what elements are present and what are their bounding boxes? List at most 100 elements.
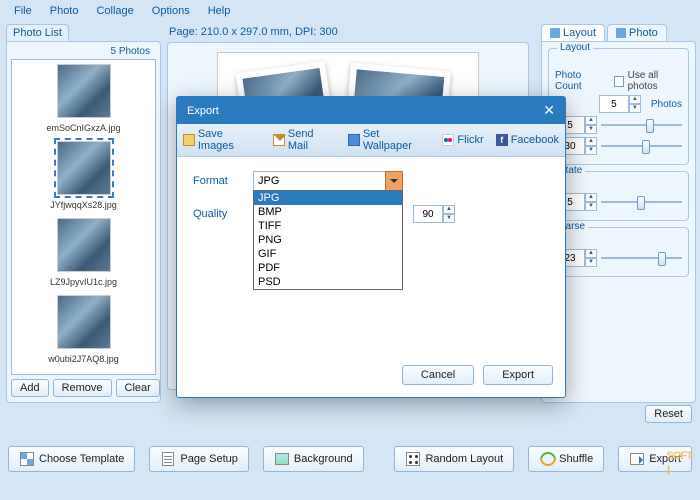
spin-up-icon[interactable]: ▲ <box>629 95 641 104</box>
chevron-down-icon[interactable] <box>385 171 403 191</box>
spin-up-icon[interactable]: ▲ <box>585 116 597 125</box>
menu-photo[interactable]: Photo <box>42 3 87 19</box>
layout-icon <box>550 28 560 38</box>
spin-up-icon[interactable]: ▲ <box>585 193 597 202</box>
quality-input[interactable] <box>413 205 443 223</box>
reset-button[interactable]: Reset <box>645 405 692 423</box>
tab-label: Layout <box>563 27 596 39</box>
photo-count-label: 5 Photos <box>11 46 156 57</box>
add-button[interactable]: Add <box>11 379 49 397</box>
dropdown-option[interactable]: PNG <box>254 233 402 247</box>
bottom-toolbar: Choose Template Page Setup Background Ra… <box>0 442 700 476</box>
shuffle-icon <box>539 451 555 467</box>
menu-help[interactable]: Help <box>200 3 239 19</box>
choose-template-button[interactable]: Choose Template <box>8 446 135 472</box>
format-input[interactable] <box>253 171 403 191</box>
template-icon <box>19 451 35 467</box>
tab-label: Send Mail <box>288 128 336 152</box>
spin-up-icon[interactable]: ▲ <box>585 249 597 258</box>
spin-down-icon[interactable]: ▼ <box>585 146 597 155</box>
slider[interactable] <box>601 139 682 153</box>
photos-suffix: Photos <box>651 99 682 110</box>
format-label: Format <box>193 175 253 187</box>
photo-icon <box>616 28 626 38</box>
photo-list-panel: Photo List 5 Photos emSoCnIGxzA.jpg JYfj… <box>6 24 161 442</box>
background-button[interactable]: Background <box>263 446 364 472</box>
format-combobox[interactable]: JPG BMP TIFF PNG GIF PDF PSD <box>253 171 403 191</box>
thumbnail[interactable] <box>57 295 111 349</box>
button-label: Export <box>649 453 681 465</box>
dropdown-option[interactable]: PSD <box>254 275 402 289</box>
spin-down-icon[interactable]: ▼ <box>585 202 597 211</box>
dropdown-option[interactable]: JPG <box>254 191 402 205</box>
menu-bar: File Photo Collage Options Help <box>0 0 700 22</box>
export-toolbar: Save Images Send Mail Set Wallpaper Flic… <box>177 124 565 157</box>
send-mail-tab[interactable]: Send Mail <box>273 128 336 152</box>
photo-count-spinner[interactable]: ▲▼ <box>599 95 641 113</box>
export-dialog: Export ✕ Save Images Send Mail Set Wallp… <box>176 96 566 398</box>
list-item[interactable]: LZ9JpyvIU1c.jpg <box>12 214 155 291</box>
remove-button[interactable]: Remove <box>53 379 112 397</box>
spin-down-icon[interactable]: ▼ <box>443 214 455 223</box>
thumbnail-filename: LZ9JpyvIU1c.jpg <box>12 277 155 287</box>
spin-down-icon[interactable]: ▼ <box>629 104 641 113</box>
spin-up-icon[interactable]: ▲ <box>585 137 597 146</box>
flickr-tab[interactable]: Flickr <box>442 128 483 152</box>
thumbnail-filename: w0ubi2J7AQ8.jpg <box>12 354 155 364</box>
menu-options[interactable]: Options <box>144 3 198 19</box>
set-wallpaper-tab[interactable]: Set Wallpaper <box>348 128 430 152</box>
dialog-title: Export <box>187 105 219 117</box>
thumbnail-list[interactable]: emSoCnIGxzA.jpg JYfjwqqXs28.jpg LZ9JpyvI… <box>11 59 156 375</box>
slider[interactable] <box>601 195 682 209</box>
spin-down-icon[interactable]: ▼ <box>585 258 597 267</box>
list-item[interactable]: w0ubi2J7AQ8.jpg <box>12 291 155 368</box>
export-button[interactable]: Export <box>618 446 692 472</box>
use-all-checkbox[interactable] <box>614 76 624 87</box>
format-dropdown[interactable]: JPG BMP TIFF PNG GIF PDF PSD <box>253 190 403 290</box>
close-icon[interactable]: ✕ <box>543 102 555 119</box>
group-title: Layout <box>557 42 593 53</box>
quality-label: Quality <box>193 208 253 220</box>
thumbnail[interactable] <box>57 64 111 118</box>
photo-count-label: Photo Count <box>555 70 610 92</box>
slider[interactable] <box>601 118 682 132</box>
dropdown-option[interactable]: BMP <box>254 205 402 219</box>
export-confirm-button[interactable]: Export <box>483 365 553 385</box>
dialog-titlebar[interactable]: Export ✕ <box>177 97 565 124</box>
list-item[interactable]: JYfjwqqXs28.jpg <box>12 137 155 214</box>
tab-layout[interactable]: Layout <box>541 24 605 41</box>
flickr-icon <box>442 134 454 146</box>
dropdown-option[interactable]: PDF <box>254 261 402 275</box>
spin-up-icon[interactable]: ▲ <box>443 205 455 214</box>
random-layout-button[interactable]: Random Layout <box>394 446 514 472</box>
menu-file[interactable]: File <box>6 3 40 19</box>
thumbnail-filename: JYfjwqqXs28.jpg <box>12 200 155 210</box>
shuffle-button[interactable]: Shuffle <box>528 446 604 472</box>
page-icon <box>160 451 176 467</box>
dropdown-option[interactable]: TIFF <box>254 219 402 233</box>
image-icon <box>274 451 290 467</box>
menu-collage[interactable]: Collage <box>88 3 141 19</box>
quality-spinner[interactable]: ▲▼ <box>413 205 455 223</box>
button-label: Choose Template <box>39 453 124 465</box>
monitor-icon <box>348 134 360 146</box>
cancel-button[interactable]: Cancel <box>402 365 474 385</box>
photo-count-input[interactable] <box>599 95 629 113</box>
tab-label: Flickr <box>457 134 483 146</box>
list-item[interactable]: emSoCnIGxzA.jpg <box>12 60 155 137</box>
facebook-tab[interactable]: fFacebook <box>496 128 559 152</box>
thumbnail-filename: emSoCnIGxzA.jpg <box>12 123 155 133</box>
dice-icon <box>405 451 421 467</box>
tab-photo[interactable]: Photo <box>607 24 667 41</box>
page-setup-button[interactable]: Page Setup <box>149 446 249 472</box>
button-label: Background <box>294 453 353 465</box>
save-images-tab[interactable]: Save Images <box>183 128 261 152</box>
dropdown-option[interactable]: GIF <box>254 247 402 261</box>
spin-down-icon[interactable]: ▼ <box>585 125 597 134</box>
facebook-icon: f <box>496 134 508 146</box>
tab-label: Photo <box>629 27 658 39</box>
thumbnail[interactable] <box>57 141 111 195</box>
slider[interactable] <box>601 251 682 265</box>
clear-button[interactable]: Clear <box>116 379 160 397</box>
thumbnail[interactable] <box>57 218 111 272</box>
